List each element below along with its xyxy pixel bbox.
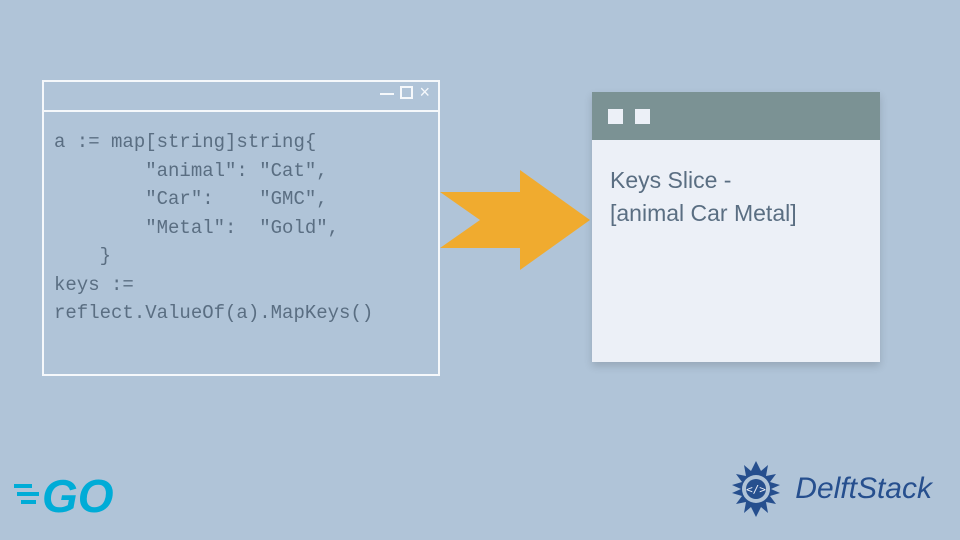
- code-window: × a := map[string]string{ "animal": "Cat…: [42, 80, 440, 376]
- svg-text:</>: </>: [746, 483, 766, 496]
- output-window: Keys Slice - [animal Car Metal]: [592, 92, 880, 362]
- window-controls: ×: [380, 86, 430, 99]
- go-logo: GO: [14, 464, 144, 524]
- window-dot-icon: [635, 109, 650, 124]
- delftstack-logo-text: DelftStack: [795, 472, 932, 506]
- output-body: Keys Slice - [animal Car Metal]: [592, 140, 880, 255]
- output-line: Keys Slice -: [610, 164, 862, 197]
- output-line: [animal Car Metal]: [610, 197, 862, 230]
- window-dot-icon: [608, 109, 623, 124]
- delftstack-logo: </> DelftStack: [725, 458, 932, 520]
- close-icon: ×: [419, 86, 430, 99]
- output-titlebar: [592, 92, 880, 140]
- minimize-icon: [380, 93, 394, 95]
- code-titlebar: ×: [44, 82, 438, 112]
- maximize-icon: [400, 86, 413, 99]
- code-body: a := map[string]string{ "animal": "Cat",…: [44, 112, 438, 344]
- delftstack-emblem-icon: </>: [725, 458, 787, 520]
- arrow-icon: [440, 170, 590, 270]
- go-logo-text: GO: [42, 470, 114, 522]
